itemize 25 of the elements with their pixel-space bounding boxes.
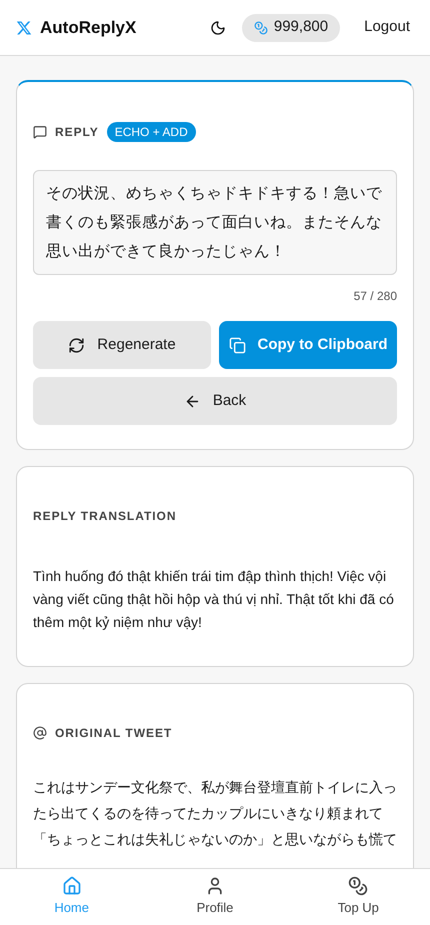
coins-icon [348,876,368,896]
character-counter: 57 / 280 [352,288,397,305]
nav-tab[interactable]: Profile [143,869,287,925]
section-label: ORIGINAL TWEET [55,725,172,742]
section-label: REPLY [55,124,99,141]
copy-icon [228,336,246,354]
logout-button[interactable]: Logout [364,16,410,39]
refresh-icon [68,336,86,354]
reply-text-field[interactable]: その状況、めちゃくちゃドキドキする！急いで書くのも緊張感があって面白いね。またそんな思い出ができて良かったじゃん！ [33,170,397,275]
message-icon [33,125,47,139]
balance-amount: 999,800 [274,17,328,38]
mode-badge: ECHO + ADD [106,122,196,142]
tweet-text: これはサンデー文化祭で、私が舞台登壇直前トイレに入ったら出てくるのを待ってたカップルにいきなり頼まれて「ちょっとこれは失礼じゃないのか」と思いながらも慌て [33,778,397,849]
section-label: REPLY TRANSLATION [33,508,178,525]
x-logo-icon [16,20,32,36]
nav-tab[interactable]: Top Up [286,869,430,925]
coins-icon [254,20,268,34]
translation-text: Tình huống đó thật khiến trái tim đập thình thịch! Việc vội vàng viết cũng thật hồi hộp và thú vị nhỉ. Thật tốt khi đã có thêm một kỷ niệm như vậy! [33,567,395,632]
home-icon [62,876,82,896]
regenerate-button[interactable]: Regenerate [33,321,211,369]
app-name: AutoReplyX [40,16,136,39]
back-button[interactable]: Back [33,377,397,425]
at-sign-icon [33,726,47,740]
balance-pill[interactable]: 999,800 [242,14,340,42]
moon-icon[interactable] [210,20,226,36]
